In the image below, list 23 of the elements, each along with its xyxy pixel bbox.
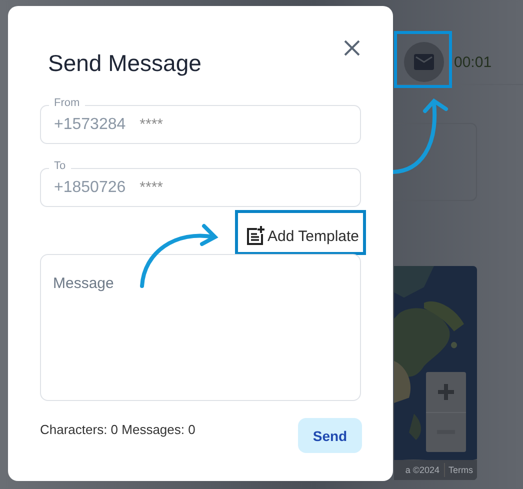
phone-number: +1573284 (54, 116, 126, 134)
masked-digits: **** (140, 116, 163, 133)
map-attribution: a ©2024 (405, 465, 440, 475)
call-timer: 00:01 (454, 54, 492, 70)
phone-number: +1850726 (54, 178, 126, 196)
masked-digits: **** (140, 179, 163, 196)
send-button[interactable]: Send (298, 418, 362, 453)
dialog-title: Send Message (48, 50, 202, 77)
field-label: To (49, 160, 71, 172)
plus-icon (437, 382, 455, 401)
envelope-icon (414, 54, 434, 70)
add-template-button[interactable]: Add Template (234, 210, 366, 255)
character-counter: Characters: 0 Messages: 0 (40, 422, 196, 437)
note-add-icon (244, 226, 265, 246)
highlight-frame (394, 31, 452, 88)
field-label: From (49, 97, 85, 109)
message-button[interactable] (404, 42, 444, 82)
phone-field[interactable]: +1850726 **** (40, 168, 361, 207)
phone-field[interactable]: +1573284 **** (40, 105, 361, 144)
close-button[interactable] (344, 40, 360, 56)
close-icon (344, 40, 360, 56)
message-field[interactable]: Message (40, 254, 361, 401)
terms-link[interactable]: Terms (448, 465, 473, 475)
